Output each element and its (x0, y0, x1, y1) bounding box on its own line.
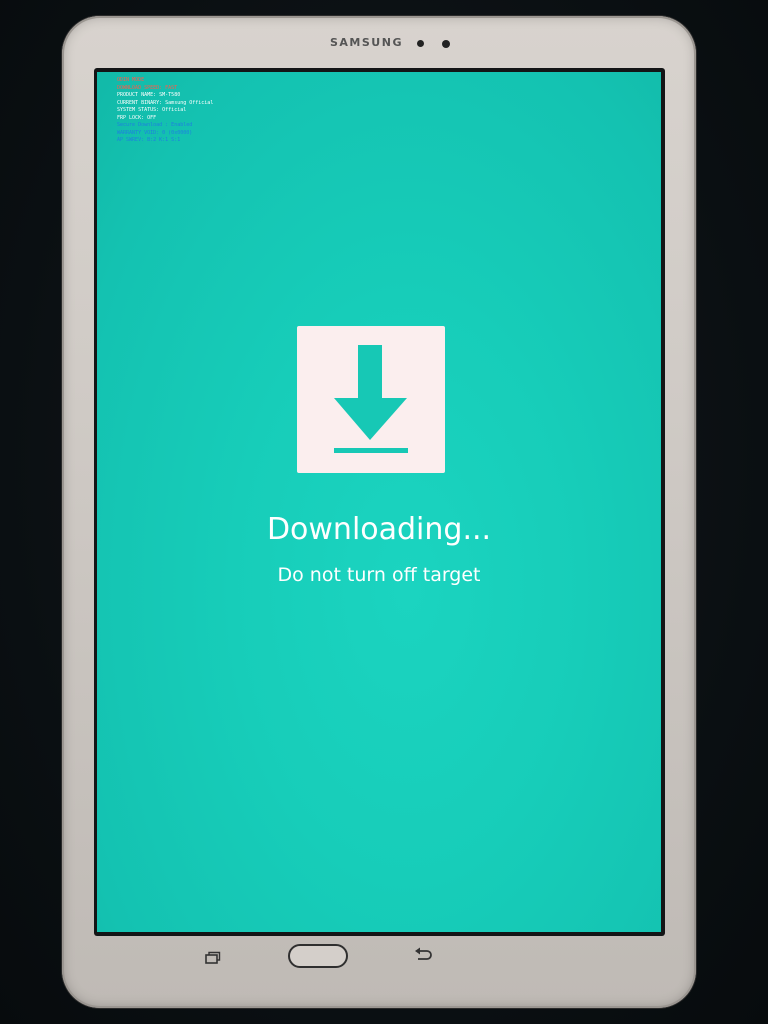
odin-info-text: ODIN MODE DOWNLOAD SPEED: FAST PRODUCT N… (117, 77, 213, 145)
download-mode-screen: ODIN MODE DOWNLOAD SPEED: FAST PRODUCT N… (97, 72, 661, 932)
photo-scene: SAMSUNG ODIN MODE DOWNLOAD SPEED: FAST P… (0, 0, 768, 1024)
download-arrow-icon (297, 326, 445, 473)
info-line: WARRANTY VOID: 0 (0x0000) (117, 129, 193, 136)
proximity-sensor (417, 40, 424, 47)
do-not-turn-off-message: Do not turn off target (277, 564, 481, 586)
info-line: CURRENT BINARY: Samsung Official (117, 99, 214, 106)
info-line: FRP LOCK: OFF (117, 114, 157, 121)
info-line: AP SWREV: B:2 K:1 S:1 (117, 137, 181, 143)
info-line: ODIN MODE (117, 77, 145, 83)
back-icon[interactable] (414, 946, 434, 962)
front-camera (442, 40, 450, 48)
info-line: Secure Download : Enabled (117, 122, 193, 128)
tablet-device: SAMSUNG ODIN MODE DOWNLOAD SPEED: FAST P… (62, 16, 696, 1008)
downloading-title: Downloading... (266, 512, 492, 547)
info-line: PRODUCT NAME: SM-T580 (117, 92, 181, 98)
recent-apps-icon[interactable] (205, 950, 221, 964)
brand-logo: SAMSUNG (330, 36, 403, 49)
info-line: SYSTEM STATUS: Official (117, 107, 187, 113)
info-line: DOWNLOAD SPEED: FAST (117, 84, 178, 91)
home-button[interactable] (288, 944, 348, 968)
